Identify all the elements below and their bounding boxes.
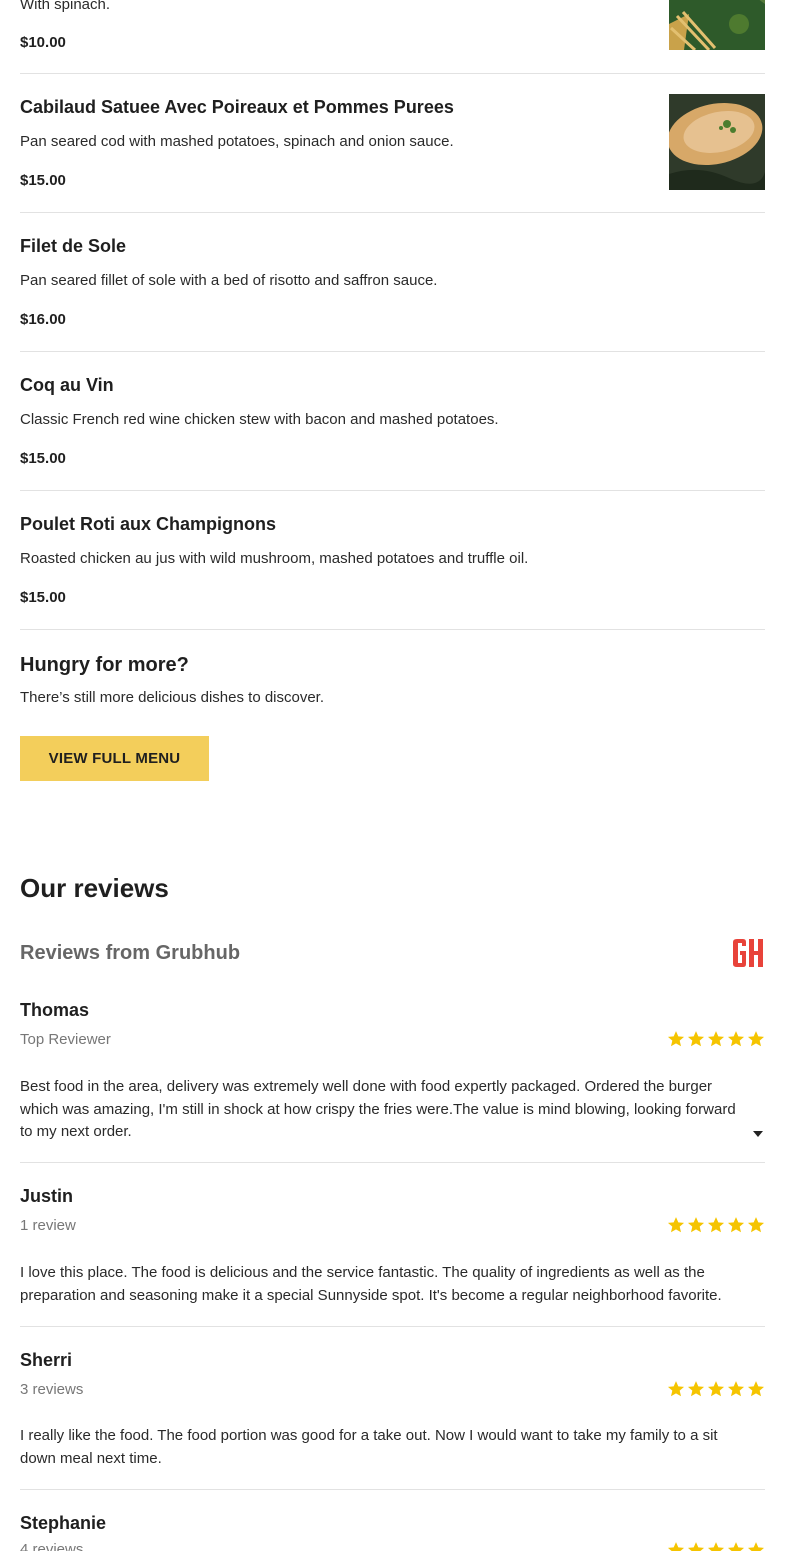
star-icon [727, 1216, 745, 1234]
menu-item-description: Roasted chicken au jus with wild mushroo… [20, 550, 529, 567]
menu-item-description: Pan seared cod with mashed potatoes, spi… [20, 133, 454, 150]
review-text: I love this place. The food is delicious… [20, 1264, 722, 1304]
reviewer-meta: 4 reviews [20, 1541, 84, 1551]
review-card: Sherri 3 reviews I really like the food.… [20, 1350, 765, 1490]
reviewer-name: Sherri [20, 1350, 73, 1370]
view-full-menu-button[interactable]: VIEW FULL MENU [20, 736, 209, 781]
reviewer-meta: 1 review [20, 1217, 76, 1234]
star-icon [687, 1030, 705, 1048]
star-icon [747, 1030, 765, 1048]
menu-item-price: $15.00 [20, 450, 66, 467]
star-icon [707, 1216, 725, 1234]
star-icon [727, 1541, 745, 1551]
menu-item-price: $10.00 [20, 34, 66, 51]
star-icon [687, 1380, 705, 1398]
star-icon [687, 1541, 705, 1551]
menu-item-photo[interactable] [669, 0, 765, 50]
expand-caret-icon[interactable] [753, 1131, 763, 1137]
menu-item-description: With spinach. [20, 0, 111, 13]
star-icon [687, 1216, 705, 1234]
star-icon [747, 1216, 765, 1234]
review-text: Best food in the area, delivery was extr… [20, 1078, 736, 1140]
reviews-source-heading: Reviews from Grubhub [20, 942, 241, 964]
menu-item[interactable]: Coq au Vin Classic French red wine chick… [20, 352, 765, 491]
grubhub-logo-icon [731, 938, 765, 968]
reviewer-meta: 3 reviews [20, 1381, 84, 1398]
menu-item-name: Filet de Sole [20, 236, 127, 256]
menu-item-name: Coq au Vin [20, 375, 114, 395]
menu-item-name: Poulet Roti aux Champignons [20, 514, 277, 534]
star-rating [665, 1030, 765, 1048]
more-dishes-heading: Hungry for more? [20, 654, 189, 676]
reviewer-name: Justin [20, 1186, 74, 1206]
menu-item-price: $15.00 [20, 172, 66, 189]
review-card: Thomas Top Reviewer Best food in the are… [20, 1000, 765, 1163]
star-rating [665, 1541, 765, 1551]
menu-item-photo[interactable] [669, 94, 765, 190]
star-icon [667, 1541, 685, 1551]
menu-item[interactable]: Poulet Roti aux Champignons Roasted chic… [20, 491, 765, 630]
star-icon [667, 1216, 685, 1234]
reviews-heading: Our reviews [20, 873, 169, 903]
menu-item-name: Cabilaud Satuee Avec Poireaux et Pommes … [20, 97, 454, 117]
star-icon [727, 1380, 745, 1398]
star-icon [707, 1380, 725, 1398]
star-icon [707, 1541, 725, 1551]
star-icon [707, 1030, 725, 1048]
menu-item-price: $15.00 [20, 589, 66, 606]
menu-item-description: Pan seared fillet of sole with a bed of … [20, 272, 438, 289]
review-card: Stephanie 4 reviews [20, 1513, 765, 1551]
review-text: I really like the food. The food portion… [20, 1427, 718, 1467]
reviewer-meta: Top Reviewer [20, 1031, 111, 1048]
reviewer-name: Thomas [20, 1000, 90, 1020]
menu-item[interactable]: Filet de Sole Pan seared fillet of sole … [20, 213, 765, 352]
star-rating [665, 1380, 765, 1398]
star-rating [665, 1216, 765, 1234]
review-card: Justin 1 review I love this place. The f… [20, 1186, 765, 1327]
star-icon [747, 1380, 765, 1398]
star-icon [667, 1030, 685, 1048]
star-icon [747, 1541, 765, 1551]
reviewer-name: Stephanie [20, 1513, 107, 1533]
more-dishes-text: There’s still more delicious dishes to d… [20, 689, 325, 706]
menu-item[interactable]: Cabilaud Satuee Avec Poireaux et Pommes … [20, 74, 765, 213]
star-icon [667, 1380, 685, 1398]
menu-item[interactable]: With spinach. $10.00 [20, 0, 765, 74]
menu-item-price: $16.00 [20, 311, 66, 328]
menu-item-description: Classic French red wine chicken stew wit… [20, 411, 499, 428]
star-icon [727, 1030, 745, 1048]
